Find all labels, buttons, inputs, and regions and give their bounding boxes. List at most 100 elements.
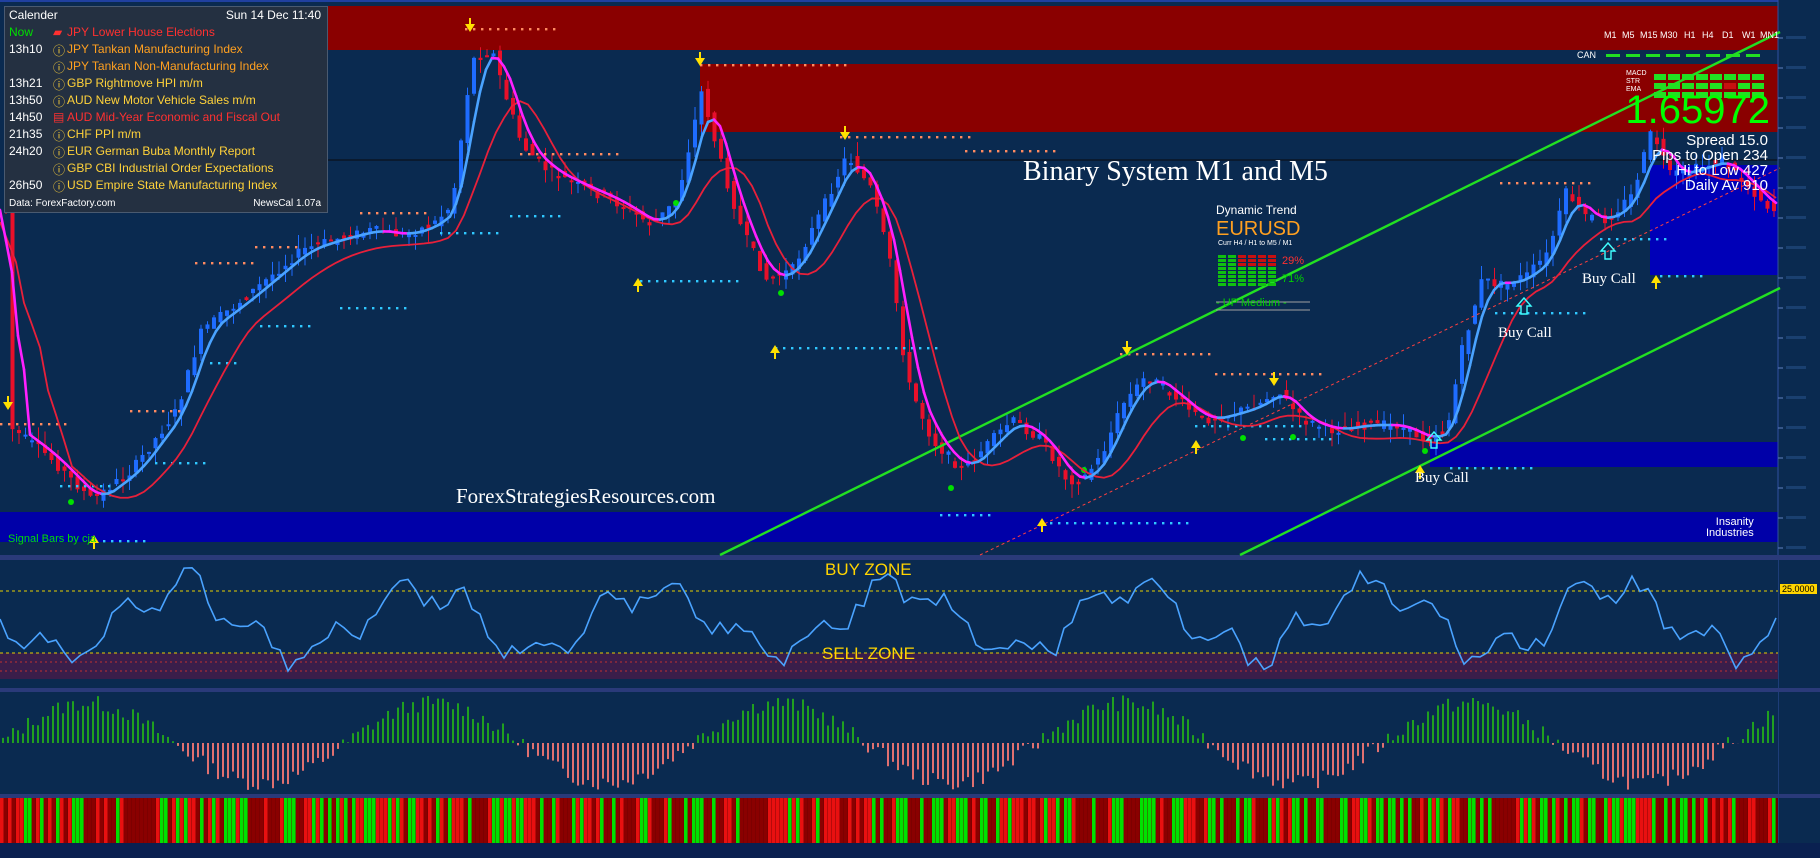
histogram-bar-up bbox=[847, 732, 849, 743]
trend-bar bbox=[1084, 798, 1088, 843]
level-dot bbox=[656, 280, 659, 283]
level-dot bbox=[608, 153, 611, 156]
level-dot bbox=[255, 246, 258, 249]
histogram-bar-down bbox=[1342, 743, 1344, 775]
level-dot bbox=[308, 325, 311, 328]
candle-body bbox=[914, 383, 918, 402]
level-dot bbox=[887, 347, 890, 350]
histogram-bar-down bbox=[1732, 743, 1734, 744]
level-dot bbox=[936, 136, 939, 139]
histogram-bar-down bbox=[322, 743, 324, 762]
level-dot bbox=[1295, 373, 1298, 376]
trend-bar bbox=[364, 798, 368, 843]
candle-body bbox=[706, 88, 710, 117]
trend-bar bbox=[976, 798, 980, 843]
calendar-event: Now ▰ JPY Lower House Elections bbox=[5, 25, 327, 42]
level-dot bbox=[880, 136, 883, 139]
candle-body bbox=[569, 180, 574, 183]
level-dot bbox=[1495, 312, 1498, 315]
level-dot bbox=[1291, 425, 1294, 428]
axis-tick-label bbox=[1786, 396, 1806, 399]
histogram-bar-down bbox=[1277, 743, 1279, 781]
candle-body bbox=[296, 248, 301, 258]
candle-body bbox=[1473, 305, 1477, 324]
histogram-bar-down bbox=[1267, 743, 1269, 777]
trend-bar bbox=[1012, 798, 1016, 843]
trend-bar bbox=[128, 798, 132, 843]
histogram-bar-down bbox=[982, 743, 984, 784]
candle-body bbox=[1655, 137, 1659, 145]
trend-bar bbox=[1668, 798, 1672, 843]
level-dot bbox=[292, 325, 295, 328]
level-dot bbox=[616, 153, 619, 156]
candle-body bbox=[920, 402, 925, 419]
histogram-bar-down bbox=[1717, 743, 1719, 745]
level-dot bbox=[279, 246, 282, 249]
trend-bar bbox=[1552, 798, 1556, 843]
trend-bar bbox=[200, 798, 204, 843]
level-dot bbox=[472, 232, 475, 235]
trend-bar bbox=[1632, 798, 1636, 843]
histogram-bar-down bbox=[1037, 743, 1039, 749]
level-dot bbox=[927, 347, 930, 350]
trend-bar bbox=[1588, 798, 1592, 843]
histogram-bar-up bbox=[707, 736, 709, 743]
histogram-bar-up bbox=[142, 723, 144, 743]
histogram-bar-down bbox=[1232, 743, 1234, 763]
histogram-bar-up bbox=[512, 740, 514, 743]
level-dot bbox=[1136, 353, 1139, 356]
arrow-stem bbox=[1041, 526, 1043, 532]
trend-bar bbox=[56, 798, 60, 843]
trend-bar bbox=[1040, 798, 1044, 843]
trend-bar bbox=[616, 798, 620, 843]
level-dot bbox=[529, 28, 532, 31]
histogram-bar-down bbox=[1637, 743, 1639, 779]
trend-bar bbox=[496, 798, 500, 843]
level-dot bbox=[211, 262, 214, 265]
level-dot bbox=[965, 150, 968, 153]
histogram-bar-down bbox=[1242, 743, 1244, 762]
trend-bar bbox=[168, 798, 172, 843]
axis-tick-label bbox=[1786, 426, 1806, 429]
histogram-bar-down bbox=[1302, 743, 1304, 777]
trend-bar bbox=[1248, 798, 1252, 843]
arrow-stem bbox=[1655, 283, 1657, 289]
signal-bars-label: Signal Bars by cja bbox=[8, 533, 97, 545]
level-dot bbox=[988, 514, 991, 517]
trend-bar bbox=[568, 798, 572, 843]
trend-bar bbox=[36, 798, 40, 843]
calendar-title: Calender bbox=[9, 8, 58, 22]
level-dot bbox=[856, 136, 859, 139]
histogram-bar-up bbox=[737, 719, 739, 743]
trend-bar bbox=[192, 798, 196, 843]
histogram-bar-down bbox=[977, 743, 979, 773]
timeframe-label: M15 bbox=[1640, 30, 1658, 40]
trend-bar bbox=[644, 798, 648, 843]
candle-body bbox=[1200, 415, 1204, 418]
level-dot bbox=[162, 410, 165, 413]
candle-body bbox=[1570, 194, 1575, 202]
candle-body bbox=[1135, 384, 1139, 397]
trend-bar bbox=[356, 798, 360, 843]
candle-body bbox=[1590, 214, 1594, 221]
level-dot bbox=[396, 307, 399, 310]
trend-bar bbox=[92, 798, 96, 843]
trend-bar bbox=[424, 798, 428, 843]
histogram-bar-down bbox=[1362, 743, 1364, 764]
level-dot bbox=[552, 153, 555, 156]
trend-bar bbox=[1532, 798, 1536, 843]
level-dot bbox=[1299, 425, 1302, 428]
level-dot bbox=[1146, 522, 1149, 525]
trend-bar bbox=[220, 798, 224, 843]
level-dot bbox=[1120, 353, 1123, 356]
histogram-bar-down bbox=[992, 743, 994, 768]
candle-body bbox=[894, 260, 899, 304]
axis-tick-label bbox=[1786, 36, 1806, 39]
event-time: Now bbox=[9, 25, 34, 39]
calendar-event: 13h10 ⓘ JPY Tankan Manufacturing Index bbox=[5, 42, 327, 59]
info-icon: ⓘ bbox=[53, 44, 66, 58]
candle-body bbox=[153, 438, 158, 449]
current-price: 1.65972 bbox=[1625, 88, 1770, 132]
trend-bar bbox=[972, 798, 976, 843]
histogram-bar-up bbox=[522, 738, 524, 743]
